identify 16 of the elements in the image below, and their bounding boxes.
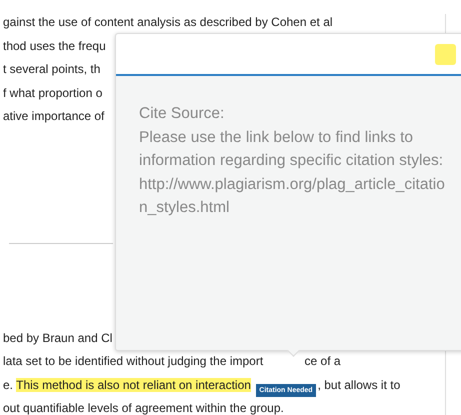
body-text: t several points, th xyxy=(3,62,100,76)
citation-url: http://www.plagiarism.org/plag_article_citation_styles.html xyxy=(139,174,446,218)
body-text: , but allows it to xyxy=(318,378,400,392)
body-text: lata set to be identified without judging the import xyxy=(3,354,264,368)
body-text: f what proportion o xyxy=(3,86,102,100)
body-text: ce of a xyxy=(304,354,341,368)
popup-text: Please use the link below to find links to information regarding specific citation styles: xyxy=(139,128,444,171)
popup-title: Cite Source: xyxy=(139,104,226,124)
highlighted-text: This method is also not reliant on interaction xyxy=(16,378,251,392)
body-text: e. xyxy=(3,378,14,392)
body-text: thod uses the frequ xyxy=(3,38,106,52)
body-text: ative importance of xyxy=(3,109,104,123)
body-text: bed by Braun and Cl xyxy=(3,330,112,344)
color-square-button[interactable] xyxy=(435,44,456,64)
body-text: out quantifiable levels of agreement within the group. xyxy=(3,401,284,415)
body-text: gainst the use of content analysis as described by Cohen et al xyxy=(3,15,333,29)
